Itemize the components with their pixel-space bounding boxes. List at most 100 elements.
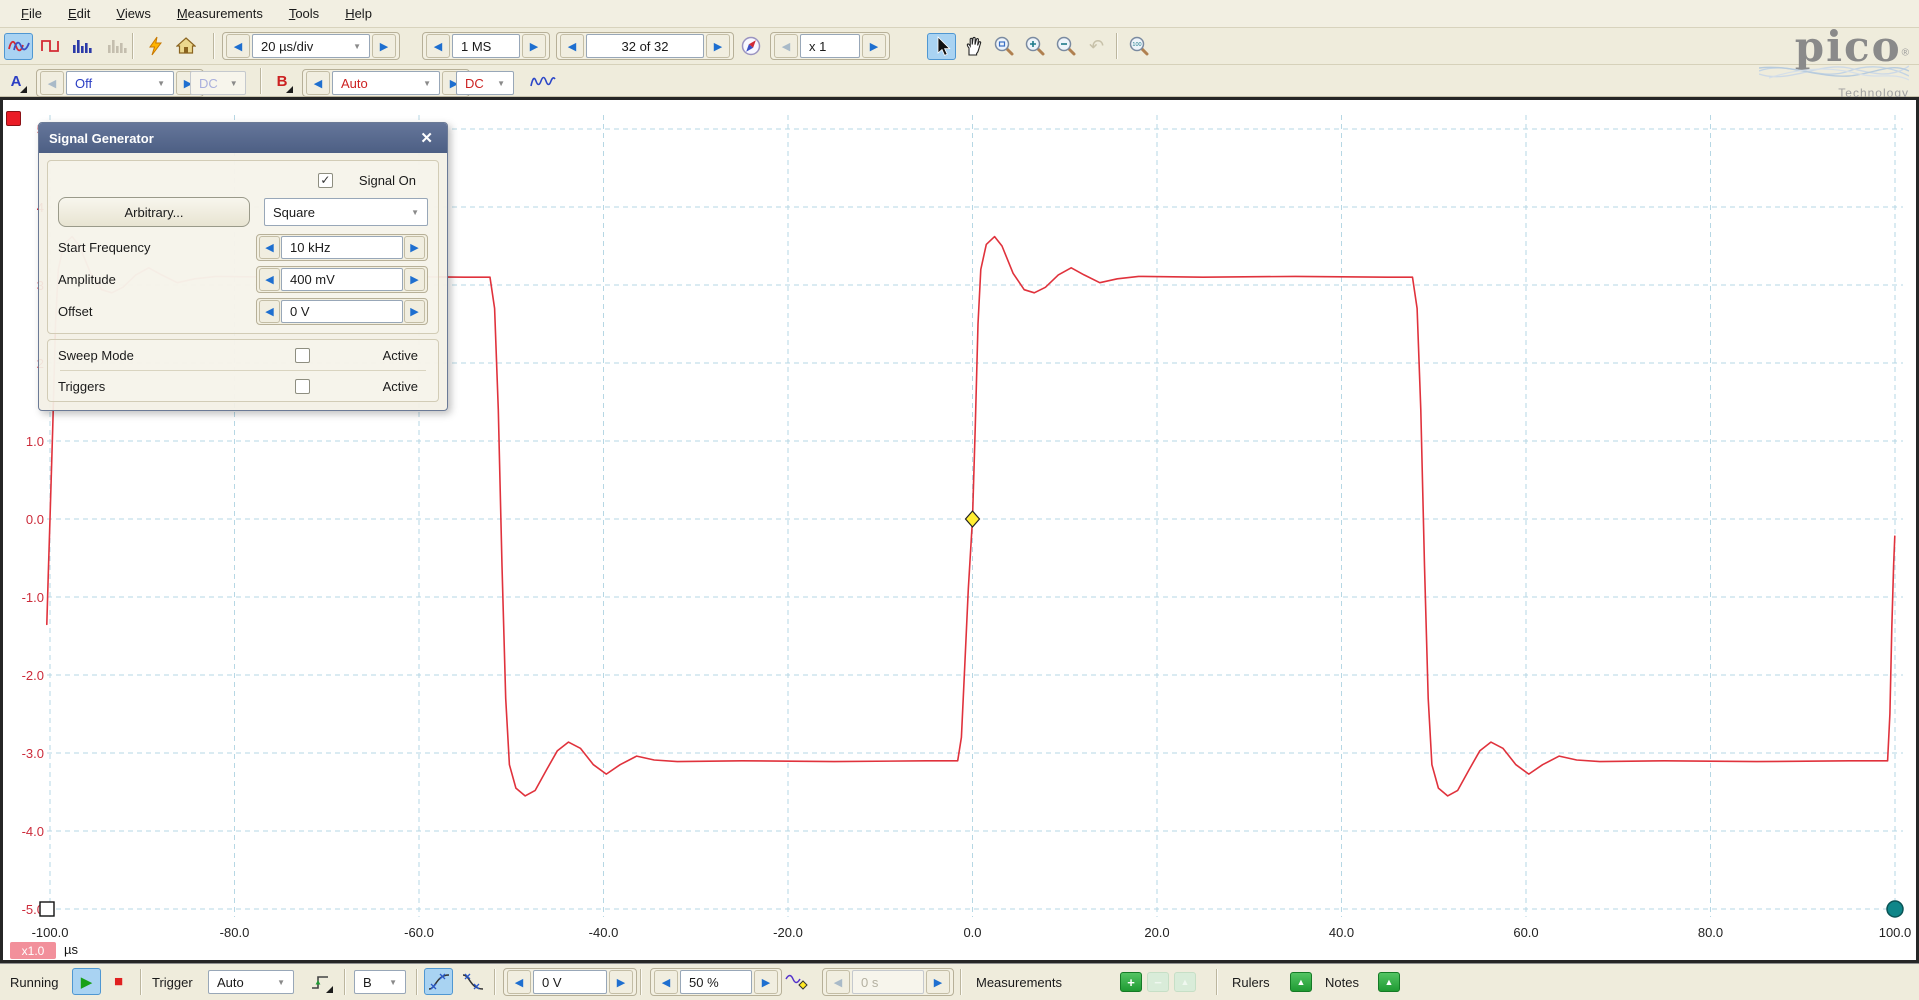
- post-trigger-field[interactable]: 0 s: [852, 970, 924, 994]
- samples-increase-button[interactable]: ▶: [522, 34, 546, 58]
- channel-b-range-select[interactable]: Auto ▼: [332, 71, 440, 95]
- falling-edge-button[interactable]: [458, 968, 487, 995]
- zoom-full-button[interactable]: 100: [1124, 32, 1153, 59]
- start-frequency-field[interactable]: 10 kHz: [281, 235, 403, 259]
- zoom-out-tool-button[interactable]: [1051, 33, 1080, 60]
- window-zoom-tool-button[interactable]: [989, 33, 1018, 60]
- samples-field[interactable]: 1 MS: [452, 34, 520, 58]
- stop-capture-button[interactable]: ■: [104, 968, 133, 995]
- buffer-previous-button[interactable]: ◀: [560, 34, 584, 58]
- amplitude-increase-button[interactable]: ▶: [404, 267, 425, 291]
- x-axis-tick-label: -80.0: [220, 925, 250, 940]
- timebase-increase-button[interactable]: ▶: [372, 34, 396, 58]
- normal-selection-tool-button[interactable]: [927, 32, 956, 60]
- notes-button[interactable]: ▲: [1378, 972, 1400, 992]
- rulers-label: Rulers: [1232, 975, 1270, 990]
- dialog-title-bar[interactable]: Signal Generator ✕: [39, 123, 447, 153]
- channel-b-coupling-select[interactable]: DC ▼: [456, 71, 514, 95]
- buffer-navigator-button[interactable]: [736, 32, 765, 59]
- spectrum-bars-icon: [70, 37, 92, 55]
- persistence-view-button[interactable]: [101, 33, 130, 60]
- menu-item-measurements[interactable]: Measurements: [164, 1, 276, 26]
- square-wave-view-button[interactable]: [35, 33, 64, 60]
- axis-offset-handle[interactable]: [39, 901, 55, 917]
- menu-item-tools[interactable]: Tools: [276, 1, 332, 26]
- trigger-marker-diamond[interactable]: [964, 510, 981, 528]
- channel-overrange-indicator: [6, 111, 21, 126]
- pre-trigger-field[interactable]: 50 %: [680, 970, 752, 994]
- trigger-marker-button[interactable]: [782, 968, 811, 995]
- auto-setup-button[interactable]: [140, 33, 169, 60]
- scope-view-button[interactable]: [4, 32, 33, 60]
- signal-on-checkbox[interactable]: ✓: [317, 172, 333, 188]
- x-axis-unit-label: µs: [64, 942, 78, 957]
- axis-scale-handle[interactable]: [1886, 900, 1904, 918]
- channel-a-options-button[interactable]: A: [4, 68, 28, 94]
- amplitude-field[interactable]: 400 mV: [281, 267, 403, 291]
- start-frequency-decrease-button[interactable]: ◀: [259, 235, 280, 259]
- arbitrary-button-label: Arbitrary...: [124, 204, 184, 220]
- spectrum-view-button[interactable]: [66, 33, 95, 60]
- delete-measurement-button[interactable]: −: [1147, 972, 1169, 992]
- advanced-trigger-button[interactable]: [306, 968, 335, 995]
- channel-a-range-decrease-button[interactable]: ◀: [40, 71, 64, 95]
- triggers-checkbox[interactable]: [295, 378, 310, 394]
- zoom-increase-button[interactable]: ▶: [862, 34, 886, 58]
- zoom-in-tool-button[interactable]: [1020, 33, 1049, 60]
- channel-b-coupling-value: DC: [465, 75, 484, 91]
- zoom-decrease-button[interactable]: ◀: [774, 34, 798, 58]
- channel-a-coupling-select[interactable]: DC ▼: [190, 71, 246, 95]
- hand-tool-button[interactable]: [958, 33, 987, 60]
- post-trigger-decrease-button[interactable]: ◀: [826, 970, 850, 994]
- arbitrary-button[interactable]: Arbitrary...: [58, 197, 250, 227]
- sweep-mode-checkbox[interactable]: [295, 347, 310, 363]
- trigger-source-select[interactable]: B ▼: [354, 970, 406, 994]
- amplitude-decrease-button[interactable]: ◀: [259, 267, 280, 291]
- add-measurement-button[interactable]: +: [1120, 972, 1142, 992]
- up-triangle-icon: ▲: [1296, 976, 1306, 987]
- samples-decrease-button[interactable]: ◀: [426, 34, 450, 58]
- signal-generator-button[interactable]: [528, 67, 557, 94]
- zoom-factor-group: ◀ x 1 ▶: [770, 32, 890, 60]
- modes-group: Sweep Mode Active Triggers Active: [47, 339, 439, 402]
- zoom-factor-field[interactable]: x 1: [800, 34, 860, 58]
- pre-trigger-increase-button[interactable]: ▶: [754, 970, 778, 994]
- trigger-level-field[interactable]: 0 V: [533, 970, 607, 994]
- buffer-next-button[interactable]: ▶: [706, 34, 730, 58]
- waveform-type-select[interactable]: Square ▼: [264, 198, 428, 226]
- timebase-select[interactable]: 20 µs/div ▼: [252, 34, 370, 58]
- start-frequency-increase-button[interactable]: ▶: [404, 235, 425, 259]
- trigger-mode-value: Auto: [217, 974, 244, 990]
- channel-b-range-decrease-button[interactable]: ◀: [306, 71, 330, 95]
- offset-increase-button[interactable]: ▶: [404, 299, 425, 323]
- post-trigger-increase-button[interactable]: ▶: [926, 970, 950, 994]
- trigger-level-decrease-button[interactable]: ◀: [507, 970, 531, 994]
- undo-icon: ↶: [1088, 35, 1105, 56]
- pre-trigger-decrease-button[interactable]: ◀: [654, 970, 678, 994]
- offset-decrease-button[interactable]: ◀: [259, 299, 280, 323]
- home-settings-button[interactable]: [171, 33, 200, 60]
- toolbar-separator: [1116, 33, 1117, 59]
- rising-edge-button[interactable]: [424, 968, 453, 995]
- channel-a-range-select[interactable]: Off ▼: [66, 71, 174, 95]
- trigger-mode-select[interactable]: Auto ▼: [208, 970, 294, 994]
- triggers-label: Triggers: [58, 378, 106, 394]
- menu-item-edit[interactable]: Edit: [55, 1, 103, 26]
- rulers-button[interactable]: ▲: [1290, 972, 1312, 992]
- signal-settings-group: ✓ Signal On Arbitrary... Square ▼ Start …: [47, 160, 439, 334]
- menu-item-views[interactable]: Views: [103, 1, 163, 26]
- menu-item-file[interactable]: File: [8, 1, 55, 26]
- edit-measurement-button[interactable]: ▲: [1174, 972, 1196, 992]
- close-icon[interactable]: ✕: [416, 129, 437, 147]
- timebase-decrease-button[interactable]: ◀: [226, 34, 250, 58]
- undo-zoom-button[interactable]: ↶: [1082, 33, 1111, 60]
- menu-item-help[interactable]: Help: [332, 1, 385, 26]
- trigger-level-increase-button[interactable]: ▶: [609, 970, 633, 994]
- buffer-position-field[interactable]: 32 of 32: [586, 34, 704, 58]
- hand-icon: [962, 35, 984, 57]
- offset-field[interactable]: 0 V: [281, 299, 403, 323]
- start-capture-button[interactable]: ▶: [72, 968, 101, 995]
- channel-b-options-button[interactable]: B: [270, 68, 294, 94]
- up-triangle-icon: ▲: [1384, 976, 1394, 987]
- start-frequency-spinner: ◀ 10 kHz ▶: [256, 233, 428, 261]
